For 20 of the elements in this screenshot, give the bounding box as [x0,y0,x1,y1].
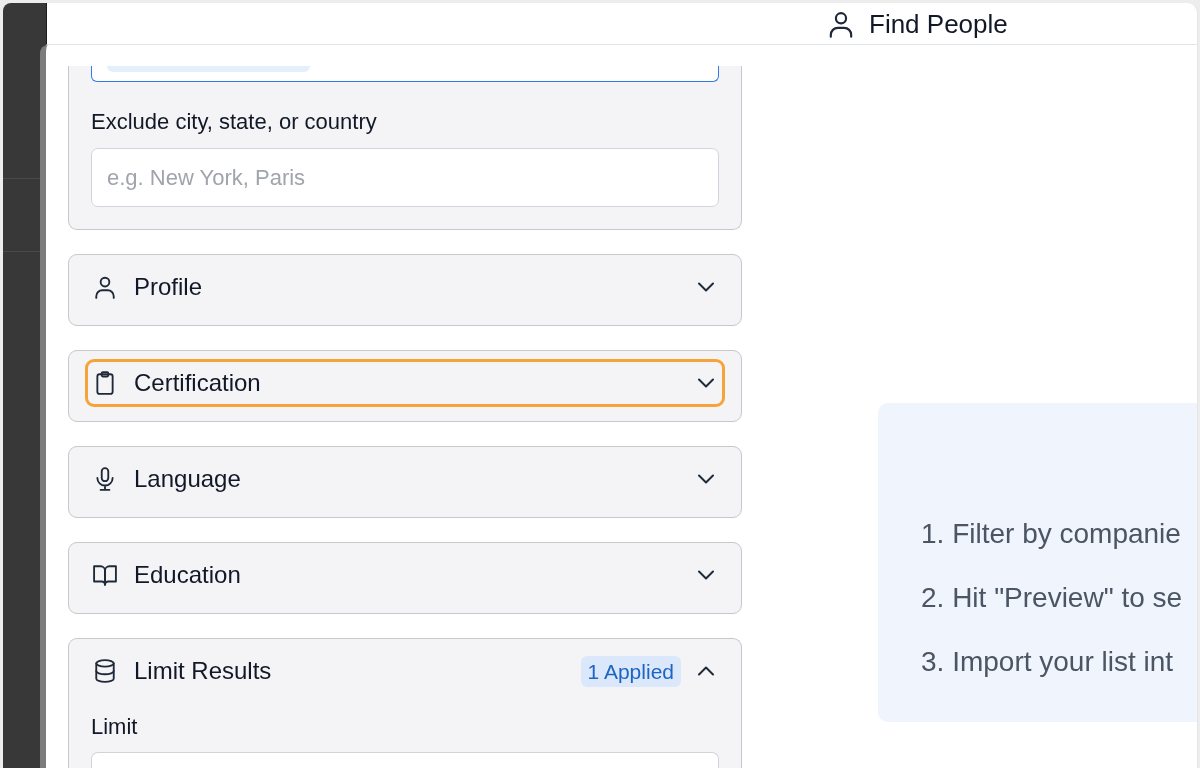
field-label: Limit [91,715,139,739]
page-title: Find People [869,8,1008,39]
text-input[interactable] [91,752,719,768]
clipboard-icon [93,371,117,395]
person-icon [93,275,117,299]
database-icon [93,659,117,683]
step-text: 3. Import your list int [921,645,1175,679]
section-header[interactable]: Language [85,455,725,503]
person-icon [827,9,855,38]
step-text: 1. Filter by companie [921,517,1182,551]
section-header[interactable]: Certification [85,359,725,407]
field-label: Exclude city, state, or country [91,109,378,135]
section-header[interactable]: Limit Results 1 Applied [85,647,725,695]
applied-badge: 1 Applied [580,655,681,687]
section-header[interactable]: Profile [85,263,725,311]
book-icon [93,563,117,587]
text-input[interactable]: e.g. New York, Paris [91,148,719,207]
input-field[interactable] [91,66,719,82]
section-header[interactable]: Education [85,551,725,599]
step-text: 2. Hit "Preview" to se [921,581,1184,615]
